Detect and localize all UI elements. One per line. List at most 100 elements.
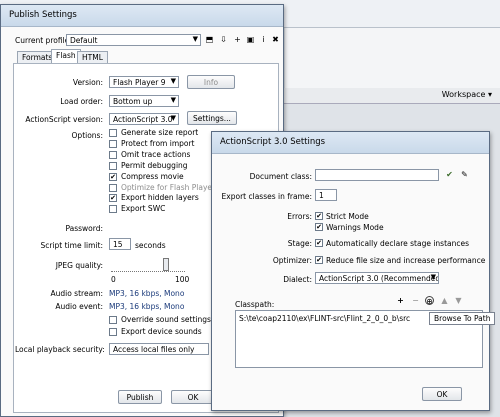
publish-button[interactable]: Publish — [118, 390, 162, 404]
version-select[interactable]: Flash Player 9 ▼ — [109, 76, 179, 88]
delete-profile-icon[interactable]: ✖ — [271, 35, 280, 44]
option-label: Protect from import — [121, 138, 195, 148]
publish-settings-title: Publish Settings — [9, 10, 77, 20]
option-label: Compress movie — [121, 171, 184, 181]
optimizer-option-label: Reduce file size and increase performanc… — [326, 256, 486, 265]
chevron-down-icon: ▼ — [170, 96, 176, 104]
edit-pencil-icon[interactable]: ✎ — [460, 170, 469, 179]
jpeg-quality-label: JPEG quality: — [55, 261, 103, 270]
classpath-entry[interactable]: S:\te\coap2110\ex\FLINT-src\Flint_2_0_0_… — [239, 314, 410, 323]
export-device-sounds-label: Export device sounds — [121, 327, 202, 336]
options-label: Options: — [71, 131, 103, 140]
option-label: Export hidden layers — [121, 193, 199, 203]
document-class-label: Document class: — [249, 172, 312, 181]
dialect-select[interactable]: ActionScript 3.0 (Recommended) ▼ — [315, 272, 439, 284]
export-frame-input[interactable]: 1 — [315, 189, 337, 201]
stage-option-label: Automatically declare stage instances — [326, 239, 470, 248]
actionscript-version-label: ActionScript version: — [25, 115, 103, 124]
check-icon[interactable]: ✔ — [445, 170, 454, 179]
audio-stream-label: Audio stream: — [50, 289, 103, 298]
document-class-input[interactable] — [315, 169, 439, 181]
seconds-label: seconds — [135, 241, 166, 250]
info-button[interactable]: Info — [187, 75, 235, 89]
actionscript-version-select[interactable]: ActionScript 3.0 ▼ — [109, 113, 179, 125]
chevron-down-icon: ▼ — [170, 77, 176, 85]
dialect-label: Dialect: — [283, 275, 312, 284]
jpeg-min-label: 0 — [111, 275, 116, 284]
current-profile-select[interactable]: Default ▼ — [66, 34, 201, 46]
remove-path-icon[interactable]: − — [411, 296, 420, 305]
add-path-icon[interactable]: + — [396, 296, 405, 305]
audio-stream-value[interactable]: MP3, 16 kbps, Mono — [109, 289, 184, 298]
browse-path-icon[interactable]: ⊕ — [425, 296, 434, 306]
version-value: Flash Player 9 — [113, 78, 166, 87]
audio-event-value[interactable]: MP3, 16 kbps, Mono — [109, 302, 184, 311]
strict-mode-label: Strict Mode — [326, 212, 369, 221]
chevron-down-icon: ▼ — [170, 114, 176, 122]
chevron-down-icon: ▼ — [192, 35, 198, 43]
option-checkbox[interactable] — [109, 183, 117, 192]
settings-button[interactable]: Settings... — [187, 111, 237, 125]
browse-to-path-tooltip: Browse To Path — [429, 312, 496, 325]
profile-options-icon[interactable]: ⬒ — [205, 35, 214, 44]
move-up-icon[interactable]: ▲ — [440, 296, 449, 305]
jpeg-max-label: 100 — [175, 275, 190, 284]
version-label: Version: — [72, 78, 103, 87]
option-checkbox[interactable] — [109, 129, 117, 137]
chevron-down-icon: ▼ — [430, 273, 436, 281]
option-checkbox[interactable] — [109, 139, 117, 148]
stage-checkbox[interactable]: ✔ — [315, 239, 323, 247]
current-profile-value: Default — [70, 36, 98, 45]
stage-label: Stage: — [287, 239, 312, 248]
current-profile-label: Current profile: — [15, 36, 72, 45]
publish-ok-button[interactable]: OK — [171, 390, 215, 404]
option-label: Omit trace actions — [121, 149, 191, 159]
override-sound-label: Override sound settings — [121, 315, 211, 324]
move-down-icon[interactable]: ▼ — [454, 296, 463, 305]
option-checkbox[interactable]: ✔ — [109, 172, 117, 181]
password-label: Password: — [65, 224, 103, 233]
workspace-menu[interactable]: Workspace ▾ — [442, 90, 492, 99]
local-playback-select[interactable]: Access local files only — [109, 343, 209, 355]
script-time-label: Script time limit: — [40, 241, 104, 250]
import-profile-icon[interactable]: ⇩ — [219, 35, 228, 44]
load-order-label: Load order: — [60, 97, 103, 106]
strict-mode-checkbox[interactable]: ✔ — [315, 212, 323, 220]
tab-html[interactable]: HTML — [77, 51, 108, 63]
option-checkbox[interactable] — [109, 161, 117, 170]
load-order-value: Bottom up — [113, 97, 153, 106]
override-sound-checkbox[interactable] — [109, 316, 117, 324]
option-checkbox[interactable] — [109, 150, 117, 159]
warnings-mode-label: Warnings Mode — [326, 223, 384, 232]
as3-settings-title: ActionScript 3.0 Settings — [220, 137, 326, 147]
as3-settings-window: ActionScript 3.0 Settings Document class… — [211, 131, 496, 411]
optimizer-label: Optimizer: — [272, 256, 312, 265]
local-playback-label: Local playback security: — [15, 345, 105, 354]
jpeg-quality-slider[interactable] — [111, 258, 185, 272]
option-checkbox[interactable]: ✔ — [109, 194, 117, 203]
export-device-sounds-checkbox[interactable] — [109, 328, 117, 336]
actionscript-version-value: ActionScript 3.0 — [113, 115, 173, 124]
export-frame-label: Export classes in frame: — [221, 192, 312, 201]
as3-settings-titlebar: ActionScript 3.0 Settings — [212, 132, 489, 154]
slider-thumb[interactable] — [163, 258, 169, 271]
duplicate-profile-icon[interactable]: ▣ — [246, 35, 255, 44]
option-label: Permit debugging — [121, 160, 188, 170]
option-checkbox[interactable] — [109, 205, 117, 214]
errors-label: Errors: — [287, 212, 312, 221]
load-order-select[interactable]: Bottom up ▼ — [109, 95, 179, 107]
local-playback-value: Access local files only — [113, 345, 195, 354]
publish-settings-titlebar: Publish Settings — [1, 5, 283, 27]
as3-ok-button[interactable]: OK — [422, 387, 462, 401]
add-profile-icon[interactable]: + — [233, 35, 242, 44]
app-panel — [285, 28, 500, 88]
dialect-value: ActionScript 3.0 (Recommended) — [319, 274, 439, 283]
classpath-label: Classpath: — [235, 300, 275, 309]
script-time-input[interactable]: 15 — [109, 238, 131, 250]
option-label: Generate size report — [121, 128, 199, 137]
option-label: Export SWC — [121, 204, 166, 214]
audio-event-label: Audio event: — [55, 302, 103, 311]
profile-info-icon[interactable]: i — [259, 35, 268, 44]
optimizer-checkbox[interactable]: ✔ — [315, 256, 323, 264]
warnings-mode-checkbox[interactable]: ✔ — [315, 223, 323, 231]
